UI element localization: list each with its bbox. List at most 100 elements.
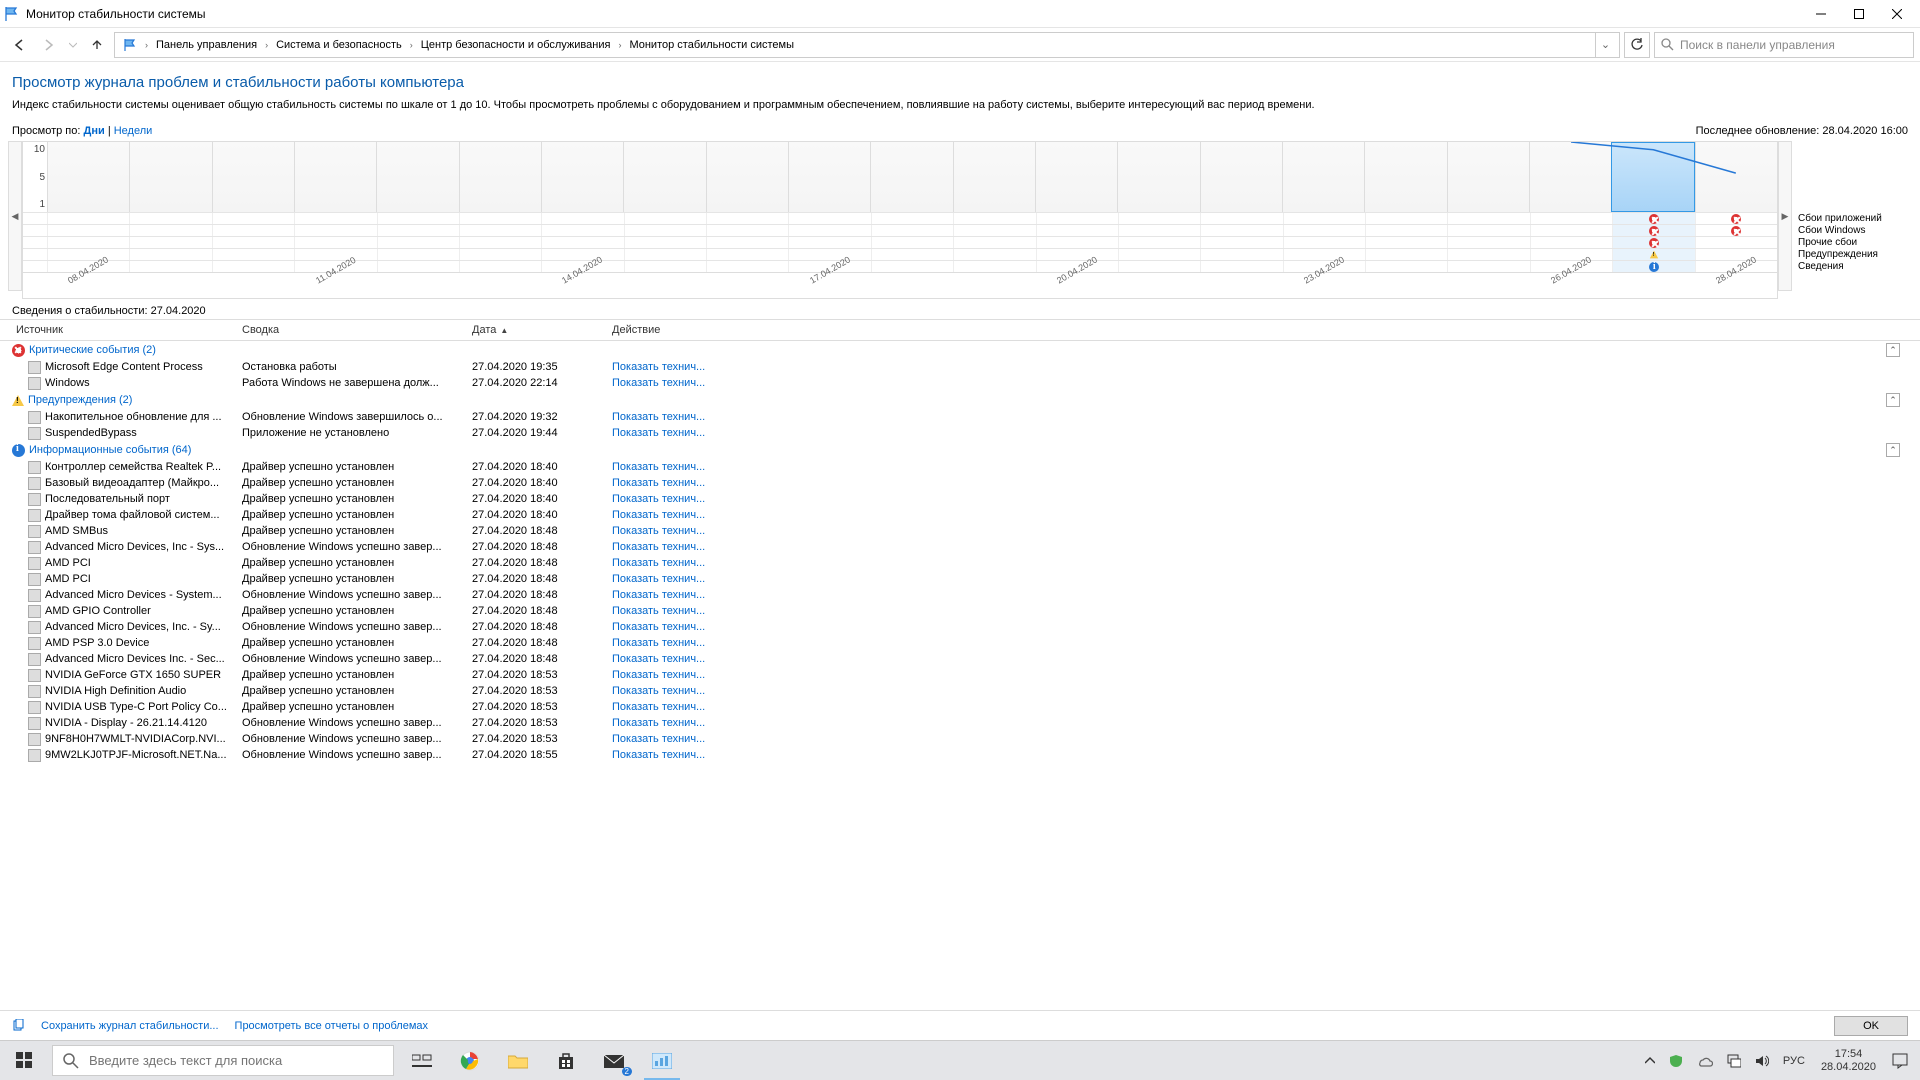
table-row[interactable]: Advanced Micro Devices, Inc - Sys...Обно… <box>12 539 1920 555</box>
chart-event-cell[interactable] <box>459 249 541 260</box>
table-row[interactable]: Advanced Micro Devices, Inc. - Sy...Обно… <box>12 619 1920 635</box>
chart-event-cell[interactable] <box>129 213 211 224</box>
table-row[interactable]: Драйвер тома файловой систем...Драйвер у… <box>12 507 1920 523</box>
view-weeks-link[interactable]: Недели <box>114 125 153 137</box>
group-header[interactable]: Критические события (2)⌃ <box>12 341 1920 359</box>
chart-event-cell[interactable] <box>47 237 129 248</box>
chart-event-cell[interactable] <box>624 225 706 236</box>
table-row[interactable]: AMD PCIДрайвер успешно установлен27.04.2… <box>12 571 1920 587</box>
maximize-button[interactable] <box>1840 0 1878 28</box>
chevron-right-icon[interactable]: › <box>263 40 270 50</box>
chart-event-cell[interactable] <box>1118 249 1200 260</box>
chart-column[interactable] <box>788 142 870 212</box>
chart-event-cell[interactable] <box>294 237 376 248</box>
chart-event-cell[interactable] <box>459 225 541 236</box>
cell-action-link[interactable]: Показать технич... <box>612 637 812 649</box>
chart-event-cell[interactable] <box>47 225 129 236</box>
chart-event-cell[interactable] <box>377 225 459 236</box>
table-row[interactable]: NVIDIA GeForce GTX 1650 SUPERДрайвер усп… <box>12 667 1920 683</box>
chart-event-cell[interactable] <box>624 261 706 272</box>
chart-event-cell[interactable] <box>1283 225 1365 236</box>
taskbar-app-mail[interactable]: 2 <box>590 1041 638 1080</box>
tray-clock[interactable]: 17:54 28.04.2020 <box>1815 1048 1882 1074</box>
cell-action-link[interactable]: Показать технич... <box>612 541 812 553</box>
table-row[interactable]: NVIDIA - Display - 26.21.14.4120Обновлен… <box>12 715 1920 731</box>
table-row[interactable]: Контроллер семейства Realtek P...Драйвер… <box>12 459 1920 475</box>
search-input[interactable] <box>1680 38 1907 52</box>
cell-action-link[interactable]: Показать технич... <box>612 669 812 681</box>
chart-event-cell[interactable] <box>1365 225 1447 236</box>
chevron-right-icon[interactable]: › <box>143 40 150 50</box>
taskbar-app-store[interactable] <box>542 1041 590 1080</box>
chart-event-cell[interactable] <box>1530 225 1612 236</box>
chart-event-cell[interactable] <box>788 237 870 248</box>
back-button[interactable] <box>6 32 32 58</box>
chart-event-cell[interactable] <box>1447 249 1529 260</box>
chart-event-cell[interactable] <box>788 225 870 236</box>
taskbar-search-input[interactable] <box>89 1053 383 1068</box>
chart-event-cell[interactable] <box>1118 261 1200 272</box>
chart-event-cell[interactable] <box>1036 249 1118 260</box>
cell-action-link[interactable]: Показать технич... <box>612 377 812 389</box>
chart-event-cell[interactable] <box>1365 261 1447 272</box>
chart-column[interactable] <box>1035 142 1117 212</box>
chart-event-cell[interactable] <box>1200 249 1282 260</box>
chart-event-cell[interactable] <box>212 225 294 236</box>
cell-action-link[interactable]: Показать технич... <box>612 605 812 617</box>
chart-event-cell[interactable] <box>953 249 1035 260</box>
chart-event-cell[interactable] <box>953 213 1035 224</box>
chart-event-cell[interactable] <box>212 249 294 260</box>
chart-event-cell[interactable] <box>1695 237 1777 248</box>
chart-event-cell[interactable] <box>1530 237 1612 248</box>
tray-onedrive-icon[interactable] <box>1693 1055 1717 1067</box>
col-header-action[interactable]: Действие <box>612 324 812 336</box>
chart-scroll-left[interactable]: ◀ <box>8 141 22 291</box>
chart-event-cell[interactable] <box>1365 213 1447 224</box>
chart-column[interactable] <box>1364 142 1446 212</box>
forward-button[interactable] <box>36 32 62 58</box>
taskbar-app-reliability[interactable] <box>638 1041 686 1080</box>
chart-event-cell[interactable] <box>1447 225 1529 236</box>
chart-event-cell[interactable] <box>459 261 541 272</box>
ok-button[interactable]: OK <box>1834 1016 1908 1036</box>
chart-event-cell[interactable] <box>1200 225 1282 236</box>
table-row[interactable]: Накопительное обновление для ...Обновлен… <box>12 409 1920 425</box>
chart-column[interactable] <box>47 142 129 212</box>
chart-event-cell[interactable] <box>294 249 376 260</box>
chart-column[interactable] <box>541 142 623 212</box>
chart-event-cell[interactable] <box>1612 213 1694 224</box>
chart-grid[interactable]: 105108.04.202011.04.202014.04.202017.04.… <box>22 141 1778 299</box>
cell-action-link[interactable]: Показать технич... <box>612 573 812 585</box>
cell-action-link[interactable]: Показать технич... <box>612 461 812 473</box>
cell-action-link[interactable]: Показать технич... <box>612 749 812 761</box>
tray-action-center-icon[interactable] <box>1888 1053 1912 1069</box>
chart-event-cell[interactable] <box>1118 225 1200 236</box>
close-button[interactable] <box>1878 0 1916 28</box>
chart-event-cell[interactable] <box>1200 237 1282 248</box>
refresh-button[interactable] <box>1624 32 1650 58</box>
chart-event-cell[interactable] <box>1200 261 1282 272</box>
taskbar-app-chrome[interactable] <box>446 1041 494 1080</box>
cell-action-link[interactable]: Показать технич... <box>612 653 812 665</box>
cell-action-link[interactable]: Показать технич... <box>612 733 812 745</box>
chart-event-cell[interactable] <box>377 249 459 260</box>
chevron-right-icon[interactable]: › <box>616 40 623 50</box>
chart-column[interactable] <box>1529 142 1611 212</box>
col-header-date[interactable]: Дата▲ <box>472 324 612 336</box>
chart-event-cell[interactable] <box>129 249 211 260</box>
group-header[interactable]: Предупреждения (2)⌃ <box>12 391 1920 409</box>
chart-event-cell[interactable] <box>294 213 376 224</box>
collapse-icon[interactable]: ⌃ <box>1886 343 1900 357</box>
chart-event-cell[interactable] <box>953 225 1035 236</box>
taskbar-search[interactable] <box>52 1045 394 1076</box>
cell-action-link[interactable]: Показать технич... <box>612 361 812 373</box>
table-row[interactable]: AMD SMBusДрайвер успешно установлен27.04… <box>12 523 1920 539</box>
collapse-icon[interactable]: ⌃ <box>1886 393 1900 407</box>
tray-network-icon[interactable] <box>1723 1054 1745 1068</box>
chart-event-cell[interactable] <box>541 237 623 248</box>
chart-event-cell[interactable] <box>129 237 211 248</box>
chart-event-cell[interactable] <box>377 237 459 248</box>
chart-event-cell[interactable] <box>1612 237 1694 248</box>
table-row[interactable]: NVIDIA High Definition AudioДрайвер успе… <box>12 683 1920 699</box>
taskbar-app-explorer[interactable] <box>494 1041 542 1080</box>
